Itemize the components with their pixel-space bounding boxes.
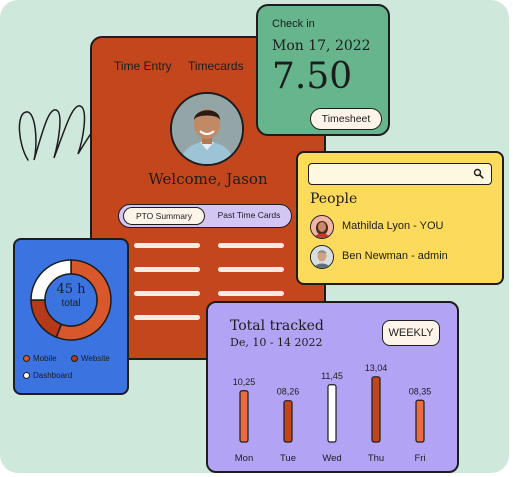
person-avatar [310,215,334,239]
bar-category-label: Wed [322,453,341,464]
user-avatar [170,92,244,166]
legend-label: Website [81,354,110,363]
person-avatar-portrait [311,246,333,268]
legend-dot [23,355,30,363]
bar-value-label: 10,25 [233,377,256,387]
person-avatar-portrait [311,216,333,238]
bar-mon [239,390,249,443]
search-icon[interactable] [473,168,484,179]
time-breakdown-card: 45 h total Mobile Website Dashboard [13,238,129,395]
bar-value-label: 11,45 [321,371,343,381]
bar-tue [283,400,293,443]
tab-timecards[interactable]: Timecards [188,59,244,73]
placeholder-line [218,243,284,248]
person-list-item[interactable]: Ben Newman - admin [310,245,490,269]
check-in-card: Check in Mon 17, 2022 7.50 Timesheet [256,4,390,136]
people-search-input[interactable] [308,163,492,185]
welcome-heading: Welcome, Jason [148,170,268,188]
bar-category-label: Tue [280,453,296,464]
legend-item-dashboard: Dashboard [23,371,72,380]
total-tracked-card: Total tracked De, 10 - 14 2022 WEEKLY 10… [206,301,459,473]
legend-label: Dashboard [33,371,73,380]
bar-value-label: 08,26 [277,387,300,397]
placeholder-line [134,267,200,272]
user-avatar-portrait [172,94,242,164]
people-title: People [310,191,358,207]
bar-fri [415,399,425,443]
check-in-date: Mon 17, 2022 [272,38,371,54]
check-in-label: Check in [272,18,315,30]
tracked-bar-chart: 10,25 Mon 08,26 Tue 11,45 Wed 13,04 Thu 08,35 Fri [233,363,432,464]
placeholder-line [134,243,200,248]
bar-wed [327,384,337,443]
placeholder-line [134,291,200,296]
legend-dot [71,355,78,363]
tab-pto-summary[interactable]: PTO Summary [123,207,205,225]
tab-time-entry[interactable]: Time Entry [114,59,172,73]
timesheet-button[interactable]: Timesheet [310,108,382,130]
legend-item-website: Website [71,354,110,363]
tab-past-time-cards[interactable]: Past Time Cards [209,207,289,223]
legend-dot [23,372,30,380]
person-avatar [310,245,334,269]
legend-item-mobile: Mobile [23,354,57,363]
placeholder-line [218,291,284,296]
placeholder-line [134,315,200,320]
people-card: People Mathilda Lyon - YOU Ben Newman - … [296,151,504,285]
app-stage: Time Entry Timecards Welcome, Jason PTO … [0,0,509,473]
person-list-item[interactable]: Mathilda Lyon - YOU [310,215,490,239]
bar-category-label: Mon [235,453,253,464]
bar-thu [371,376,381,443]
donut-total-label: total [61,298,81,309]
bar-value-label: 13,04 [365,363,388,373]
bar-category-label: Thu [368,453,384,464]
summary-tab-group: PTO Summary Past Time Cards [118,204,292,228]
donut-total-hours: 45 h [56,282,86,297]
legend-label: Mobile [33,354,57,363]
person-name: Ben Newman - admin [342,250,448,262]
placeholder-line [218,267,284,272]
bar-value-label: 08,35 [409,386,432,396]
bar-category-label: Fri [414,453,425,464]
person-name: Mathilda Lyon - YOU [342,220,444,232]
check-in-hours: 7.50 [272,56,353,97]
